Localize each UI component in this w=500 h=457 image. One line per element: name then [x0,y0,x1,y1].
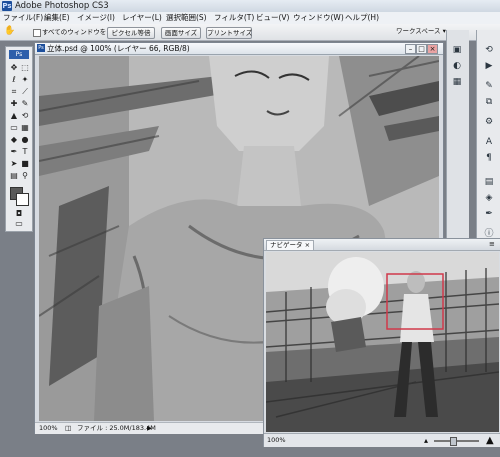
clone-source-icon[interactable]: ⧉ [483,96,495,108]
ps-doc-icon: Ps [37,44,45,52]
menu-layer[interactable]: レイヤー(L) [122,12,162,24]
quick-mask-icon[interactable]: ◘ [14,209,24,219]
panel-dock-collapsed: ▣ ◐ ▦ [446,30,469,270]
shape-tool-icon[interactable]: ■ [20,159,30,169]
close-icon[interactable]: × [427,44,438,54]
screen-mode-icon[interactable]: ▭ [14,219,24,229]
document-title: 立体.psd @ 100% (レイヤー 66, RGB/8) [47,44,190,53]
zoom-out-icon[interactable]: ▴ [424,434,428,447]
menu-select[interactable]: 選択範囲(S) [166,12,207,24]
navigator-panel: ナビゲータ × ≡ 100% ▴ ▲ [263,238,500,447]
channels-panel-icon[interactable]: ◈ [483,192,495,204]
eyedropper-icon[interactable]: ⚲ [20,171,30,181]
brushes-panel-icon[interactable]: ✎ [483,80,495,92]
maximize-icon[interactable]: □ [416,44,427,54]
crop-tool-icon[interactable]: ⌗ [9,87,19,97]
menu-filter[interactable]: フィルタ(T) [214,12,254,24]
dodge-tool-icon[interactable]: ● [20,135,30,145]
slice-tool-icon[interactable]: ⟋ [20,87,30,97]
swatches-panel-icon[interactable]: ▦ [451,76,463,88]
print-size-button[interactable]: プリントサイズ [206,27,252,39]
minimize-icon[interactable]: – [405,44,416,54]
panel-dock-icons: ⟲ ▶ ✎ ⧉ ⚙ A ¶ ▤ ◈ ✒ ⓘ [476,30,500,270]
menu-view[interactable]: ビュー(V) [256,12,289,24]
status-icon[interactable]: ◫ [65,423,71,434]
paragraph-panel-icon[interactable]: ¶ [483,152,495,164]
menu-file[interactable]: ファイル(F) [3,12,43,24]
hand-tool-icon[interactable]: ✋ [4,26,15,36]
tool-presets-icon[interactable]: ⚙ [483,116,495,128]
blur-tool-icon[interactable]: ◆ [9,135,19,145]
lasso-tool-icon[interactable]: ℓ [9,75,19,85]
background-color-swatch[interactable] [16,193,29,206]
notes-tool-icon[interactable]: ▤ [9,171,19,181]
menu-help[interactable]: ヘルプ(H) [345,12,379,24]
navigator-zoom-field[interactable]: 100% [267,434,286,447]
move-tool-icon[interactable]: ✥ [9,63,19,73]
navigator-thumbnail [266,252,499,432]
path-select-icon[interactable]: ➤ [9,159,19,169]
eraser-tool-icon[interactable]: ▭ [9,123,19,133]
menu-edit[interactable]: 編集(E) [44,12,70,24]
magic-wand-icon[interactable]: ✦ [20,75,30,85]
document-zoom[interactable]: 100% [39,423,58,434]
navigator-tab[interactable]: ナビゲータ × [266,240,315,250]
app-logo-icon: Ps [2,1,12,11]
window-title: Adobe Photoshop CS3 [15,1,109,11]
navigator-header[interactable]: ナビゲータ × ≡ [264,239,500,251]
pen-tool-icon[interactable]: ✒ [9,147,19,157]
character-panel-icon[interactable]: A [483,136,495,148]
navigator-panel-icon[interactable]: ▣ [451,44,463,56]
paths-panel-icon[interactable]: ✒ [483,208,495,220]
brush-tool-icon[interactable]: ✎ [20,99,30,109]
actual-pixels-button[interactable]: ピクセル等倍 [107,27,155,39]
type-tool-icon[interactable]: T [20,147,30,157]
layers-panel-icon[interactable]: ▤ [483,176,495,188]
healing-brush-icon[interactable]: ✚ [9,99,19,109]
status-menu-arrow-icon[interactable]: ▶ [147,423,152,434]
panel-menu-icon[interactable]: ≡ [489,239,495,250]
zoom-slider-knob[interactable] [450,437,457,446]
menu-image[interactable]: イメージ(I) [77,12,115,24]
document-title-bar[interactable]: Ps 立体.psd @ 100% (レイヤー 66, RGB/8) – □ × [35,43,443,55]
toolbox: Ps ✥ ⬚ ℓ ✦ ⌗ ⟋ ✚ ✎ ▲ ⟲ ▭ ▦ ◆ ● ✒ T ➤ ■ ▤… [5,46,33,232]
photoshop-window: Ps Adobe Photoshop CS3 ファイル(F) 編集(E) イメー… [0,0,500,457]
menu-window[interactable]: ウィンドウ(W) [293,12,344,24]
navigator-preview[interactable] [266,252,499,432]
navigator-footer: 100% ▴ ▲ [264,433,500,447]
toolbox-logo: Ps [9,50,29,59]
scroll-all-checkbox[interactable] [33,29,41,37]
zoom-in-icon[interactable]: ▲ [486,434,494,447]
gradient-tool-icon[interactable]: ▦ [20,123,30,133]
file-size-info: ファイル : 25.0M/183.4M [77,424,156,432]
clone-stamp-icon[interactable]: ▲ [9,111,19,121]
history-panel-icon[interactable]: ⟲ [483,44,495,56]
actions-panel-icon[interactable]: ▶ [483,60,495,72]
fit-screen-button[interactable]: 画面サイズ [161,27,201,39]
marquee-tool-icon[interactable]: ⬚ [20,63,30,73]
color-panel-icon[interactable]: ◐ [451,60,463,72]
history-brush-icon[interactable]: ⟲ [20,111,30,121]
